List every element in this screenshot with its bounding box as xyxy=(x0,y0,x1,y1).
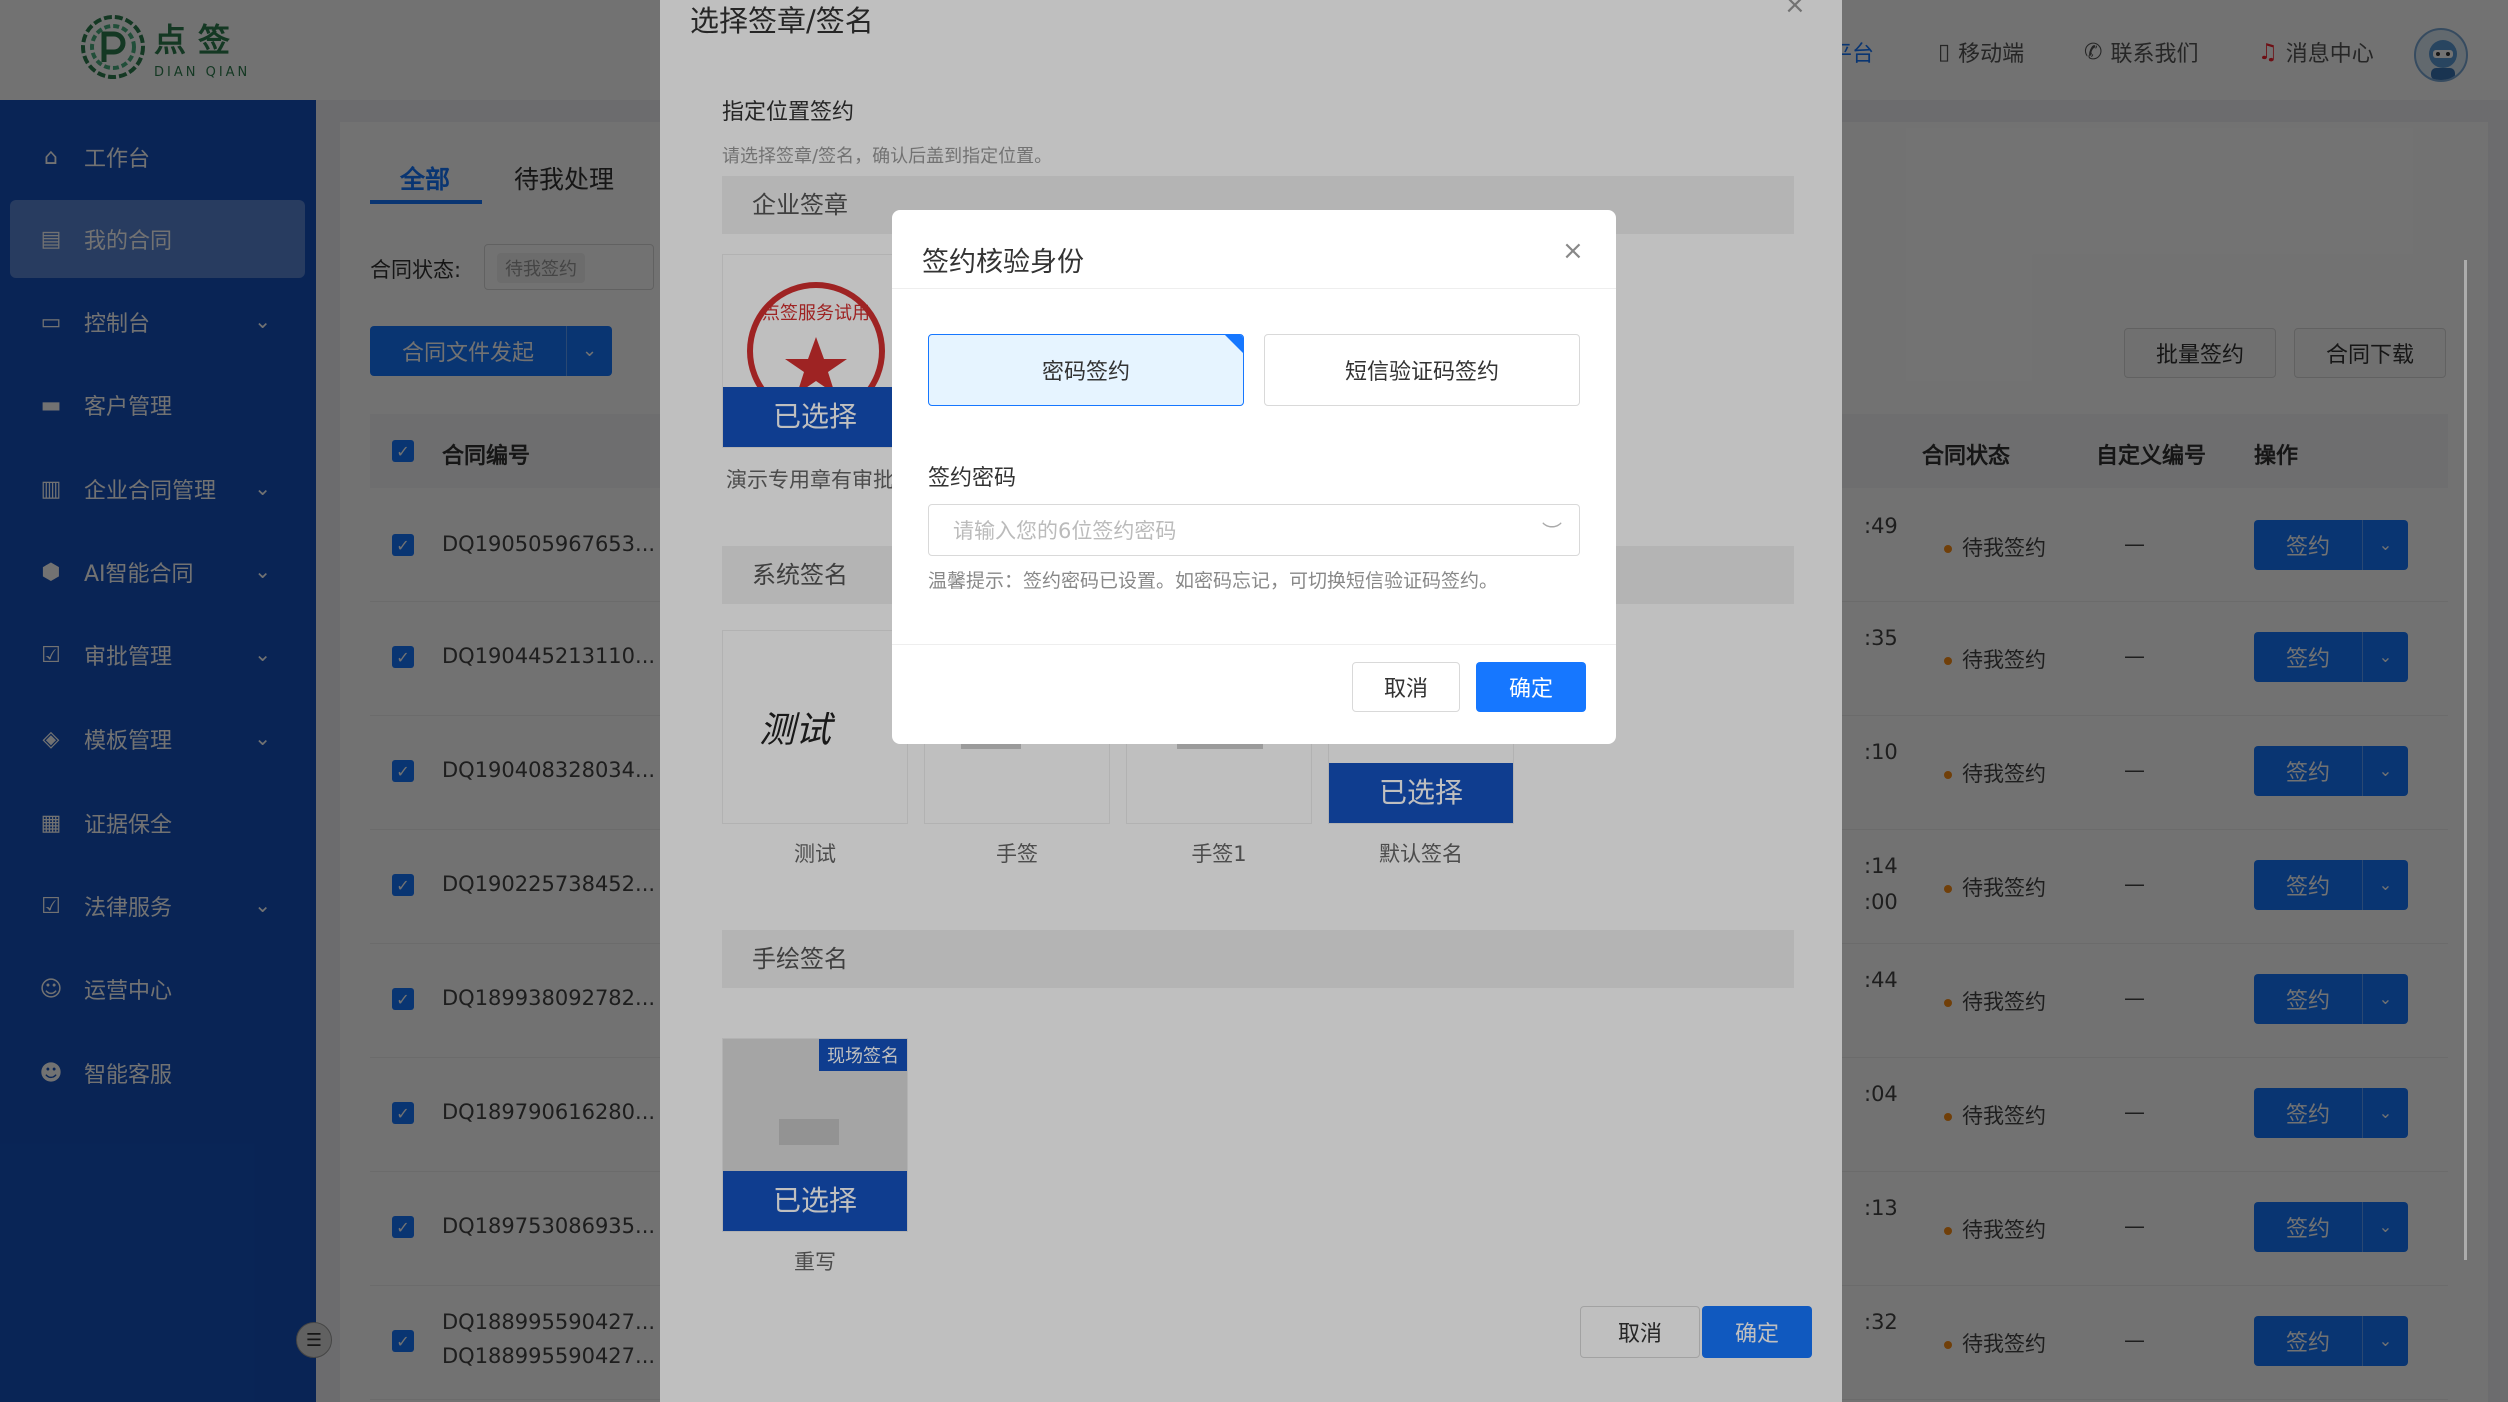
verify-identity-modal: 签约核验身份 × 密码签约 短信验证码签约 签约密码 请输入您的6位签约密码 ︶… xyxy=(892,210,1616,744)
password-input[interactable]: 请输入您的6位签约密码 xyxy=(928,504,1580,556)
password-label: 签约密码 xyxy=(928,466,1017,491)
cancel-button[interactable]: 取消 xyxy=(1352,662,1460,712)
confirm-button[interactable]: 确定 xyxy=(1476,662,1586,712)
modal-title: 签约核验身份 xyxy=(922,247,1084,278)
close-icon[interactable]: × xyxy=(1562,236,1584,266)
tab-password-label: 密码签约 xyxy=(1041,360,1130,385)
divider xyxy=(892,644,1616,645)
password-hint: 温馨提示：签约密码已设置。如密码忘记，可切换短信验证码签约。 xyxy=(928,570,1499,592)
tab-password-sign[interactable]: 密码签约 xyxy=(928,334,1244,406)
tab-sms-label: 短信验证码签约 xyxy=(1344,360,1499,385)
divider xyxy=(892,288,1616,289)
eye-closed-icon[interactable]: ︶ xyxy=(1542,516,1562,545)
tab-sms-sign[interactable]: 短信验证码签约 xyxy=(1264,334,1580,406)
password-placeholder: 请输入您的6位签约密码 xyxy=(953,519,1177,543)
